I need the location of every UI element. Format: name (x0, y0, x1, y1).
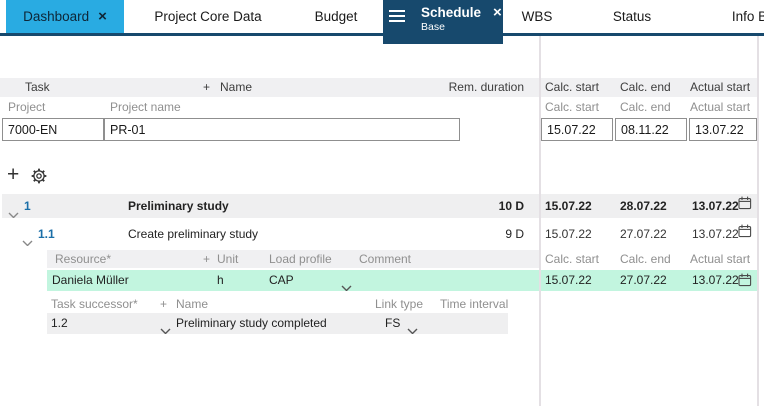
add-column-icon[interactable]: + (203, 250, 210, 268)
resource-load-profile[interactable]: CAP (269, 270, 294, 291)
successor-header-row: Task successor* + Name Link type Time in… (47, 295, 539, 313)
col-comment: Comment (359, 250, 411, 268)
task-row-1-1-dates[interactable]: 15.07.22 27.07.22 13.07.22 (541, 222, 757, 246)
col-load-profile: Load profile (269, 250, 332, 268)
label-project: Project (8, 97, 45, 117)
add-column-icon[interactable]: + (203, 78, 210, 97)
field-label-row: Project Project name (0, 97, 539, 117)
right-edge-divider[interactable] (757, 36, 759, 406)
col-calc-start: Calc. start (545, 250, 599, 268)
task-wbs: 1 (24, 194, 31, 218)
tab-wbs-label: WBS (522, 9, 553, 24)
task-name: Preliminary study (128, 194, 229, 218)
field-label-row-dates: Calc. start Calc. end Actual start (541, 97, 757, 117)
col-rem-duration[interactable]: Rem. duration (449, 78, 524, 97)
col-resource: Resource* (55, 250, 111, 268)
task-row-1[interactable]: 1 Preliminary study 10 D (2, 194, 539, 218)
column-header-row-dates: Calc. start Calc. end Actual start (541, 78, 757, 97)
resource-calc-start: 15.07.22 (545, 270, 592, 291)
schedule-window: Dashboard × Project Core Data Budget Sch… (0, 0, 764, 406)
successor-wbs[interactable]: 1.2 (51, 313, 68, 334)
resource-header-row: Resource* + Unit Load profile Comment (47, 250, 539, 268)
add-task-button[interactable]: + (7, 163, 19, 187)
tab-project-core-data[interactable]: Project Core Data (124, 0, 292, 33)
tab-project-core-data-label: Project Core Data (154, 9, 261, 24)
task-row-1-1[interactable]: 1.1 Create preliminary study 9 D (2, 222, 539, 246)
add-column-icon[interactable]: + (160, 295, 167, 313)
menu-icon[interactable] (389, 10, 405, 25)
successor-name[interactable]: Preliminary study completed (176, 313, 327, 334)
col-actual-start: Actual start (690, 250, 750, 268)
tab-schedule-label: Schedule (421, 5, 481, 20)
tab-status-label: Status (613, 9, 651, 24)
tab-budget-label: Budget (315, 9, 358, 24)
task-actual-start: 13.07.22 (692, 222, 739, 246)
successor-row[interactable]: 1.2 Preliminary study completed FS (47, 313, 508, 334)
calendar-icon[interactable] (738, 194, 752, 218)
col-unit: Unit (217, 250, 238, 268)
resource-header-row-dates: Calc. start Calc. end Actual start (541, 250, 757, 268)
resource-calc-end: 27.07.22 (620, 270, 667, 291)
project-calc-end-input[interactable] (615, 118, 687, 141)
col-name[interactable]: Name (220, 78, 252, 97)
col-calc-start[interactable]: Calc. start (545, 78, 599, 97)
collapse-chevron-icon[interactable] (22, 231, 33, 246)
task-rem-duration: 10 D (499, 194, 524, 218)
resource-row-dates[interactable]: 15.07.22 27.07.22 13.07.22 (541, 270, 757, 291)
task-row-1-dates[interactable]: 15.07.22 28.07.22 13.07.22 (541, 194, 757, 218)
tab-schedule-sublabel: Base (421, 21, 502, 33)
calendar-icon[interactable] (738, 273, 752, 291)
col-task-successor: Task successor* (51, 295, 138, 313)
column-header-row: Task + Name Rem. duration (0, 78, 539, 97)
tab-status[interactable]: Status (571, 0, 693, 33)
tab-info-board[interactable]: Info Board (693, 0, 764, 33)
label-calc-end: Calc. end (620, 97, 671, 117)
task-name: Create preliminary study (128, 222, 258, 246)
tab-schedule[interactable]: Schedule × Base (383, 0, 503, 44)
resource-row[interactable]: Daniela Müller h CAP (47, 270, 539, 291)
close-icon[interactable]: × (98, 9, 107, 24)
project-actual-start-input[interactable] (689, 118, 757, 141)
tab-info-board-label: Info Board (732, 9, 764, 24)
tabbar-underline (0, 33, 764, 36)
label-calc-start: Calc. start (545, 97, 599, 117)
panel-divider[interactable] (539, 36, 541, 406)
resource-actual-start: 13.07.22 (692, 270, 739, 291)
label-project-name: Project name (110, 97, 181, 117)
col-name: Name (176, 295, 208, 313)
project-name-input[interactable] (104, 118, 460, 141)
collapse-chevron-icon[interactable] (8, 203, 19, 218)
gear-icon[interactable] (30, 167, 48, 188)
label-actual-start: Actual start (690, 97, 750, 117)
task-calc-end: 27.07.22 (620, 222, 667, 246)
col-time-interval: Time interval (440, 295, 508, 313)
col-task[interactable]: Task (25, 78, 50, 97)
tab-wbs[interactable]: WBS (503, 0, 571, 33)
successor-link-type[interactable]: FS (385, 313, 400, 334)
calendar-icon[interactable] (738, 222, 752, 246)
resource-name[interactable]: Daniela Müller (52, 270, 129, 291)
project-id-input[interactable] (2, 118, 104, 141)
chevron-down-icon[interactable] (407, 321, 418, 334)
resource-unit[interactable]: h (217, 270, 224, 291)
tab-budget[interactable]: Budget (292, 0, 380, 33)
task-calc-start: 15.07.22 (545, 222, 592, 246)
task-calc-start: 15.07.22 (545, 194, 592, 218)
col-actual-start[interactable]: Actual start (690, 78, 750, 97)
col-calc-end[interactable]: Calc. end (620, 78, 671, 97)
task-rem-duration: 9 D (505, 222, 524, 246)
task-wbs: 1.1 (38, 222, 55, 246)
task-calc-end: 28.07.22 (620, 194, 667, 218)
close-icon[interactable]: × (493, 5, 502, 20)
col-calc-end: Calc. end (620, 250, 671, 268)
chevron-down-icon[interactable] (341, 278, 352, 291)
task-actual-start: 13.07.22 (692, 194, 739, 218)
tab-dashboard[interactable]: Dashboard × (6, 0, 124, 33)
tab-dashboard-label: Dashboard (23, 9, 89, 24)
project-calc-start-input[interactable] (541, 118, 613, 141)
chevron-down-icon[interactable] (160, 321, 171, 334)
col-link-type: Link type (375, 295, 423, 313)
